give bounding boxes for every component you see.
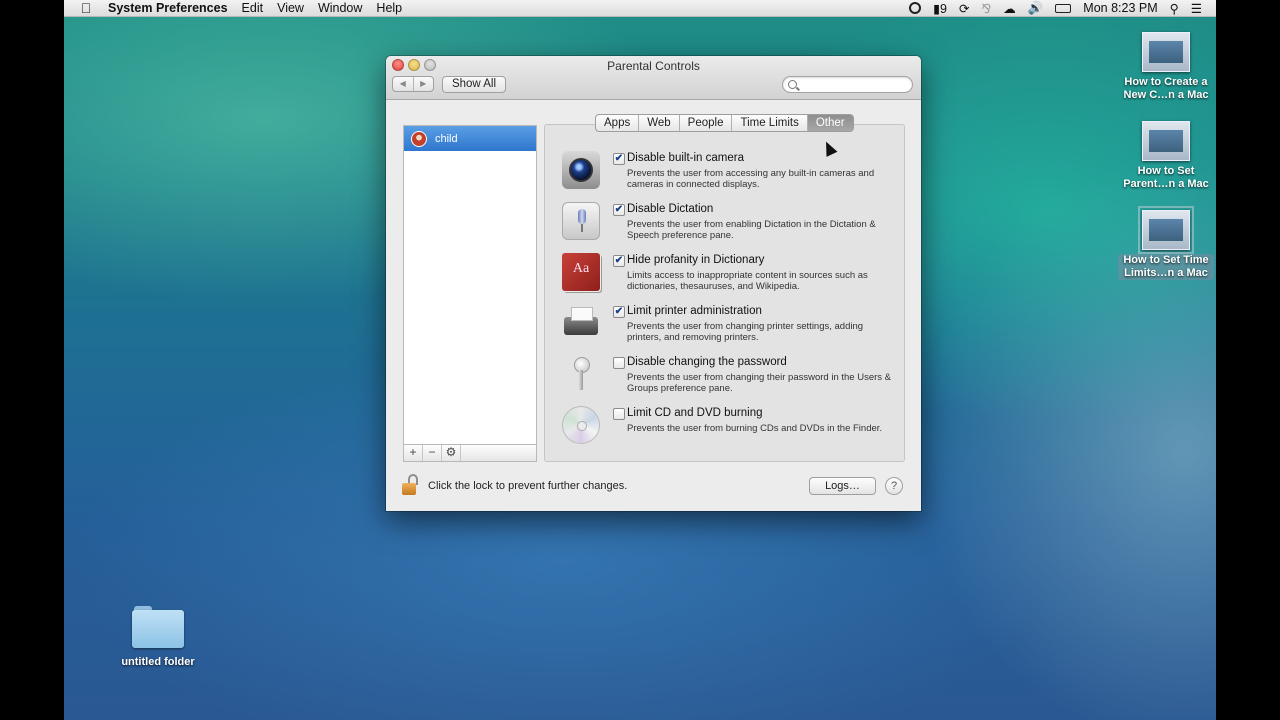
menu-window[interactable]: Window: [311, 1, 369, 15]
user-item-child[interactable]: child: [404, 126, 536, 151]
option-title: Disable changing the password: [627, 356, 787, 368]
microphone-icon: [562, 202, 600, 240]
volume-icon[interactable]: 🔊: [1028, 1, 1044, 16]
wifi-icon[interactable]: ☁: [1003, 1, 1016, 16]
checkbox-limit-cd-dvd[interactable]: [613, 408, 625, 420]
record-icon[interactable]: [909, 2, 922, 14]
folder-icon: [132, 606, 184, 648]
menu-view[interactable]: View: [270, 1, 311, 15]
option-limit-printer: ✔ Limit printer administration Prevents …: [562, 304, 892, 350]
option-hide-profanity: Aa ✔ Hide profanity in Dictionary Limits…: [562, 253, 892, 299]
notification-center-icon[interactable]: ☰: [1191, 1, 1202, 16]
menu-help[interactable]: Help: [369, 1, 409, 15]
option-title: Disable built-in camera: [627, 152, 744, 164]
option-disable-password-change: Disable changing the password Prevents t…: [562, 355, 892, 401]
option-description: Prevents the user from accessing any bui…: [627, 168, 875, 190]
search-input[interactable]: [801, 78, 906, 91]
desktop-file-set-parental[interactable]: How to Set Parent…n a Mac: [1118, 121, 1214, 191]
file-thumbnail-icon: [1142, 121, 1190, 161]
battery-number: 9: [940, 1, 947, 16]
tab-other[interactable]: Other: [807, 115, 853, 131]
option-limit-cd-dvd: Limit CD and DVD burning Prevents the us…: [562, 406, 892, 452]
desktop-file-label: How to Set Parent…n a Mac: [1123, 165, 1209, 190]
window-title: Parental Controls: [607, 59, 700, 73]
option-disable-dictation: ✔ Disable Dictation Prevents the user fr…: [562, 202, 892, 248]
option-description: Limits access to inappropriate content i…: [627, 270, 868, 292]
checkbox-disable-camera[interactable]: ✔: [613, 153, 625, 165]
option-title: Limit CD and DVD burning: [627, 407, 763, 419]
camera-icon: [562, 151, 600, 189]
help-button[interactable]: ?: [885, 477, 903, 495]
checkbox-disable-dictation[interactable]: ✔: [613, 204, 625, 216]
desktop-file-label: How to Set Time Limits…n a Mac: [1118, 254, 1214, 280]
cd-icon: [562, 406, 600, 444]
tab-apps[interactable]: Apps: [596, 115, 640, 131]
menu-edit[interactable]: Edit: [235, 1, 271, 15]
forward-arrow-icon[interactable]: ▶: [414, 77, 434, 91]
option-disable-camera: ✔ Disable built-in camera Prevents the u…: [562, 151, 892, 197]
back-arrow-icon[interactable]: ◀: [393, 77, 414, 91]
add-user-button[interactable]: +: [404, 445, 423, 461]
user-list: child: [403, 125, 537, 445]
gear-icon[interactable]: ⚙: [442, 445, 461, 461]
desktop-untitled-folder[interactable]: untitled folder: [110, 606, 206, 669]
battery-status[interactable]: ▮9: [933, 1, 947, 16]
desktop-folder-label: untitled folder: [121, 656, 195, 668]
window-toolbar: Parental Controls ◀ ▶ Show All: [386, 56, 921, 100]
search-icon: [788, 80, 797, 89]
lock-message: Click the lock to prevent further change…: [428, 480, 628, 492]
checkbox-disable-password-change[interactable]: [613, 357, 625, 369]
option-title: Limit printer administration: [627, 305, 762, 317]
remove-user-button[interactable]: −: [423, 445, 442, 461]
desktop-file-set-time-limits[interactable]: How to Set Time Limits…n a Mac: [1118, 206, 1214, 280]
dictionary-icon: Aa: [562, 253, 600, 291]
file-thumbnail-icon: [1138, 206, 1194, 254]
dictionary-icon-text: Aa: [572, 261, 590, 276]
option-description: Prevents the user from enabling Dictatio…: [627, 219, 876, 241]
tab-people[interactable]: People: [680, 115, 733, 131]
avatar: [411, 130, 427, 147]
tab-time-limits[interactable]: Time Limits: [732, 115, 808, 131]
printer-icon: [562, 304, 600, 342]
key-icon: [562, 355, 600, 393]
user-name: child: [435, 132, 458, 145]
search-field[interactable]: [782, 76, 913, 93]
option-description: Prevents the user from changing printer …: [627, 321, 864, 343]
battery-icon: ▮: [933, 1, 941, 16]
menu-bar:  System Preferences Edit View Window He…: [64, 0, 1216, 17]
battery-level-icon[interactable]: [1055, 3, 1072, 13]
lock-icon[interactable]: [402, 474, 420, 496]
checkbox-limit-printer[interactable]: ✔: [613, 306, 625, 318]
file-thumbnail-icon: [1142, 32, 1190, 72]
show-all-button[interactable]: Show All: [442, 76, 506, 93]
time-machine-icon[interactable]: ⟳: [959, 1, 969, 16]
app-menu[interactable]: System Preferences: [108, 1, 235, 15]
clock[interactable]: Mon 8:23 PM: [1083, 1, 1157, 15]
checkbox-hide-profanity[interactable]: ✔: [613, 255, 625, 267]
desktop-file-label: How to Create a New C…n a Mac: [1123, 76, 1209, 101]
user-list-toolbar: + − ⚙: [403, 445, 537, 462]
option-description: Prevents the user from changing their pa…: [627, 372, 892, 394]
spotlight-icon[interactable]: ⚲: [1170, 1, 1179, 16]
option-title: Disable Dictation: [627, 203, 714, 215]
nav-buttons: ◀ ▶: [392, 76, 434, 92]
apple-menu-icon[interactable]: : [64, 0, 108, 16]
desktop-file-create[interactable]: How to Create a New C…n a Mac: [1118, 32, 1214, 102]
tab-bar: Apps Web People Time Limits Other: [595, 114, 854, 132]
tab-web[interactable]: Web: [639, 115, 680, 131]
logs-button[interactable]: Logs…: [809, 477, 876, 495]
desktop:  System Preferences Edit View Window He…: [64, 0, 1216, 720]
option-description: Prevents the user from burning CDs and D…: [627, 423, 883, 434]
option-title: Hide profanity in Dictionary: [627, 254, 765, 266]
bluetooth-icon[interactable]: ⅋: [981, 1, 991, 16]
parental-controls-window: Parental Controls ◀ ▶ Show All child + −…: [386, 56, 921, 511]
